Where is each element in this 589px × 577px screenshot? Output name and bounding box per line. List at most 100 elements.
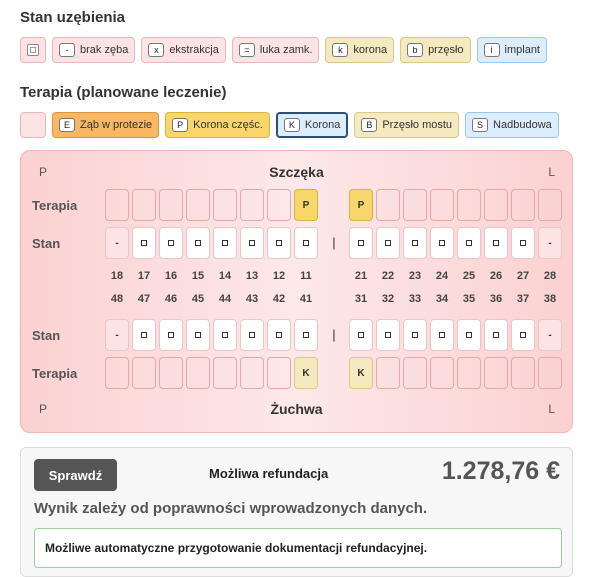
status-cell[interactable]: - bbox=[538, 227, 562, 259]
therapy-cell[interactable] bbox=[511, 357, 535, 389]
status-cell[interactable] bbox=[267, 319, 291, 351]
legend-blank-terapia-legend[interactable] bbox=[20, 112, 46, 138]
therapy-cell[interactable] bbox=[132, 189, 156, 221]
status-cell[interactable] bbox=[294, 319, 318, 351]
therapy-cell[interactable] bbox=[484, 357, 508, 389]
therapy-cell[interactable]: K bbox=[294, 357, 318, 389]
refund-label: Możliwa refundacja bbox=[209, 466, 329, 481]
status-cell[interactable] bbox=[186, 319, 210, 351]
legend-chip-implant[interactable]: i implant bbox=[476, 37, 547, 63]
therapy-cell[interactable] bbox=[538, 189, 562, 221]
therapy-cell[interactable] bbox=[484, 189, 508, 221]
legend-label: ekstrakcja bbox=[169, 44, 219, 56]
status-cell[interactable] bbox=[186, 227, 210, 259]
tooth-number: 15 bbox=[191, 270, 205, 282]
therapy-cell[interactable] bbox=[376, 189, 400, 221]
status-cell[interactable] bbox=[511, 227, 535, 259]
status-cell[interactable] bbox=[213, 227, 237, 259]
refund-amount: 1.278,76 € bbox=[441, 457, 560, 485]
therapy-cell[interactable] bbox=[376, 357, 400, 389]
therapy-cell[interactable] bbox=[538, 357, 562, 389]
therapy-cell[interactable] bbox=[213, 189, 237, 221]
status-cell[interactable] bbox=[159, 227, 183, 259]
status-cell[interactable] bbox=[240, 227, 264, 259]
therapy-cell[interactable] bbox=[159, 189, 183, 221]
legend-chip-luka-zamk-[interactable]: = luka zamk. bbox=[231, 37, 320, 63]
status-cell[interactable] bbox=[403, 227, 427, 259]
status-cell[interactable] bbox=[240, 319, 264, 351]
status-cell[interactable] bbox=[294, 227, 318, 259]
tooth-number: 47 bbox=[137, 293, 151, 305]
legend-chip-ekstrakcja[interactable]: x ekstrakcja bbox=[141, 37, 226, 63]
status-cell[interactable] bbox=[159, 319, 183, 351]
status-cell[interactable] bbox=[132, 319, 156, 351]
status-cell[interactable]: - bbox=[105, 319, 129, 351]
tooth-number: 11 bbox=[300, 270, 312, 282]
therapy-cell[interactable]: K bbox=[349, 357, 373, 389]
legend-key: x bbox=[148, 43, 165, 57]
therapy-cell[interactable] bbox=[403, 189, 427, 221]
therapy-cell[interactable]: P bbox=[349, 189, 373, 221]
legend-chip-brak-zęba[interactable]: - brak zęba bbox=[52, 37, 136, 63]
therapy-cell[interactable] bbox=[430, 189, 454, 221]
status-cell[interactable]: - bbox=[105, 227, 129, 259]
tooth-number: 26 bbox=[489, 270, 503, 282]
therapy-cell[interactable] bbox=[159, 357, 183, 389]
therapy-legend: E Ząb w protezie P Korona częśc. K Korona B Prz… bbox=[20, 112, 569, 138]
therapy-cell[interactable] bbox=[240, 357, 264, 389]
status-cell[interactable] bbox=[511, 319, 535, 351]
status-cell[interactable] bbox=[267, 227, 291, 259]
therapy-cell[interactable] bbox=[186, 357, 210, 389]
status-cell[interactable] bbox=[457, 319, 481, 351]
legend-chip-korona-częśc-[interactable]: P Korona częśc. bbox=[165, 112, 270, 138]
tooth-number: 31 bbox=[354, 293, 368, 305]
therapy-cell[interactable] bbox=[240, 189, 264, 221]
therapy-cell[interactable]: P bbox=[294, 189, 318, 221]
healthy-tooth-icon bbox=[141, 332, 147, 338]
therapy-cell[interactable] bbox=[457, 189, 481, 221]
status-cell[interactable] bbox=[484, 227, 508, 259]
legend-chip-nadbudowa[interactable]: S Nadbudowa bbox=[465, 112, 559, 138]
therapy-cell[interactable] bbox=[213, 357, 237, 389]
therapy-cell[interactable] bbox=[186, 189, 210, 221]
tooth-number: 34 bbox=[435, 293, 449, 305]
legend-chip-przęsło-mostu[interactable]: B Przęsło mostu bbox=[354, 112, 460, 138]
therapy-cell[interactable] bbox=[105, 357, 129, 389]
therapy-cell[interactable] bbox=[267, 189, 291, 221]
legend-key: i bbox=[483, 43, 500, 57]
status-cell[interactable] bbox=[430, 319, 454, 351]
legend-chip-korona[interactable]: K Korona bbox=[275, 112, 349, 138]
legend-chip-przęsło[interactable]: b przęsło bbox=[400, 37, 471, 63]
healthy-tooth-icon bbox=[276, 332, 282, 338]
legend-label: korona bbox=[353, 44, 388, 56]
status-cell[interactable] bbox=[484, 319, 508, 351]
therapy-cell[interactable] bbox=[430, 357, 454, 389]
status-cell[interactable]: - bbox=[538, 319, 562, 351]
healthy-tooth-icon bbox=[249, 240, 255, 246]
status-cell[interactable] bbox=[132, 227, 156, 259]
status-cell[interactable] bbox=[430, 227, 454, 259]
legend-chip-ząb-w-protezie[interactable]: E Ząb w protezie bbox=[52, 112, 160, 138]
status-cell[interactable] bbox=[457, 227, 481, 259]
status-cell[interactable] bbox=[349, 227, 373, 259]
therapy-cell[interactable] bbox=[105, 189, 129, 221]
healthy-tooth-icon bbox=[439, 332, 445, 338]
check-button[interactable]: Sprawdź bbox=[34, 459, 117, 491]
tooth-number: 17 bbox=[137, 270, 151, 282]
therapy-cell[interactable] bbox=[267, 357, 291, 389]
legend-blank-stan-legend[interactable] bbox=[20, 37, 46, 63]
therapy-cell[interactable] bbox=[132, 357, 156, 389]
therapy-cell[interactable] bbox=[457, 357, 481, 389]
healthy-tooth-icon bbox=[520, 240, 526, 246]
legend-chip-korona[interactable]: k korona bbox=[325, 37, 395, 63]
status-cell[interactable] bbox=[376, 227, 400, 259]
status-cell[interactable] bbox=[403, 319, 427, 351]
status-cell[interactable] bbox=[376, 319, 400, 351]
tooth-number: 27 bbox=[516, 270, 530, 282]
therapy-cell[interactable] bbox=[403, 357, 427, 389]
tooth-number: 45 bbox=[191, 293, 205, 305]
status-cell[interactable] bbox=[349, 319, 373, 351]
status-cell[interactable] bbox=[213, 319, 237, 351]
healthy-tooth-icon bbox=[168, 240, 174, 246]
therapy-cell[interactable] bbox=[511, 189, 535, 221]
